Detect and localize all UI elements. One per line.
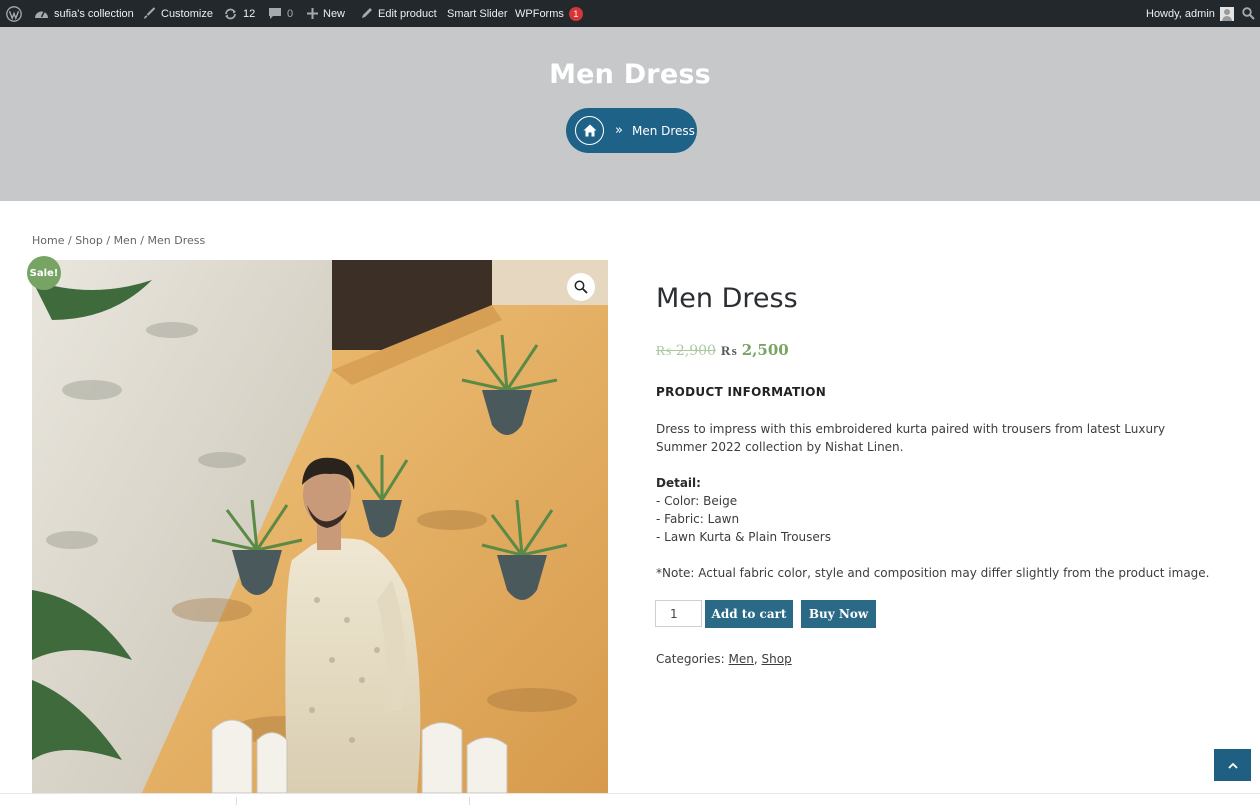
breadcrumb-shop[interactable]: Shop: [75, 234, 103, 247]
product-title: Men Dress: [656, 283, 798, 314]
update-icon: [223, 7, 238, 21]
customize-label: Customize: [161, 7, 213, 20]
product-information-heading: PRODUCT INFORMATION: [656, 385, 827, 399]
product-categories: Categories: Men, Shop: [656, 652, 792, 666]
breadcrumb-sep: /: [64, 234, 76, 247]
edit-product-label: Edit product: [378, 7, 437, 20]
new-content-link[interactable]: New: [307, 0, 345, 27]
magnifier-icon: [574, 280, 588, 294]
home-icon: [583, 124, 596, 137]
product-image[interactable]: [32, 260, 608, 793]
categories-label: Categories:: [656, 652, 729, 666]
product-note: *Note: Actual fabric color, style and co…: [656, 566, 1210, 580]
plus-icon: [307, 8, 318, 19]
zoom-button[interactable]: [567, 273, 595, 301]
product-description: Dress to impress with this embroidered k…: [656, 422, 1166, 454]
site-name-label: sufia's collection: [54, 7, 134, 20]
banner-breadcrumb: » Men Dress: [566, 108, 697, 153]
edit-product-link[interactable]: Edit product: [360, 0, 437, 27]
breadcrumb-current: Men Dress: [147, 234, 206, 247]
wpforms-link[interactable]: WPForms 1: [515, 0, 583, 27]
comments-link[interactable]: 0: [268, 0, 293, 27]
banner-breadcrumb-current: Men Dress: [631, 123, 695, 138]
divider: [0, 793, 1260, 794]
breadcrumb-sep: /: [136, 234, 148, 247]
tab-divider: [236, 797, 237, 805]
detail-heading: Detail:: [656, 476, 701, 490]
banner-title: Men Dress: [549, 59, 711, 90]
sale-badge: Sale!: [27, 256, 61, 290]
admin-bar: sufia's collection Customize 12 0 New Ed…: [0, 0, 1260, 27]
home-link[interactable]: [575, 116, 604, 145]
categories-separator: ,: [753, 652, 762, 666]
add-to-cart-button[interactable]: Add to cart: [705, 600, 793, 628]
regular-price: ₨ 2,900: [656, 343, 716, 359]
customize-link[interactable]: Customize: [143, 0, 213, 27]
wordpress-logo-icon[interactable]: [6, 0, 22, 27]
tab-divider: [469, 797, 470, 805]
sale-price: 2,500: [741, 341, 789, 359]
breadcrumb: Home / Shop / Men / Men Dress: [32, 234, 205, 247]
avatar: [1219, 6, 1234, 21]
comments-count: 0: [287, 7, 294, 20]
breadcrumb-sep: /: [102, 234, 114, 247]
smart-slider-label: Smart Slider: [447, 7, 508, 20]
breadcrumb-men[interactable]: Men: [114, 234, 137, 247]
breadcrumb-home[interactable]: Home: [32, 234, 64, 247]
pencil-icon: [360, 7, 373, 20]
wpforms-notification-badge: 1: [568, 6, 583, 21]
detail-item: - Lawn Kurta & Plain Trousers: [656, 530, 831, 544]
detail-item: - Color: Beige: [656, 494, 738, 508]
wpforms-label: WPForms: [515, 7, 564, 20]
updates-count: 12: [243, 7, 256, 20]
site-name-link[interactable]: sufia's collection: [34, 0, 134, 27]
search-icon: [1242, 7, 1255, 20]
category-link-shop[interactable]: Shop: [762, 652, 792, 666]
new-label: New: [323, 7, 346, 20]
buy-now-button[interactable]: Buy Now: [801, 600, 876, 628]
updates-link[interactable]: 12: [223, 0, 255, 27]
page-banner: Men Dress » Men Dress: [0, 27, 1260, 201]
smart-slider-link[interactable]: Smart Slider: [447, 0, 508, 27]
search-button[interactable]: [1242, 0, 1255, 27]
product-details: Detail: - Color: Beige - Fabric: Lawn - …: [656, 474, 1196, 546]
category-link-men[interactable]: Men: [729, 652, 754, 666]
quantity-input[interactable]: 1: [655, 600, 702, 627]
brush-icon: [143, 7, 156, 20]
chevron-up-icon: [1227, 762, 1238, 769]
comment-icon: [268, 7, 282, 20]
my-account-link[interactable]: Howdy, admin: [1146, 0, 1234, 27]
product-photo: [32, 260, 608, 793]
product-price: ₨ 2,900 ₨ 2,500: [656, 341, 789, 360]
howdy-label: Howdy, admin: [1146, 7, 1215, 20]
currency-symbol: ₨: [720, 344, 737, 359]
dashboard-icon: [34, 7, 49, 20]
breadcrumb-separator: »: [615, 123, 623, 138]
detail-item: - Fabric: Lawn: [656, 512, 740, 526]
scroll-to-top-button[interactable]: [1214, 749, 1251, 781]
